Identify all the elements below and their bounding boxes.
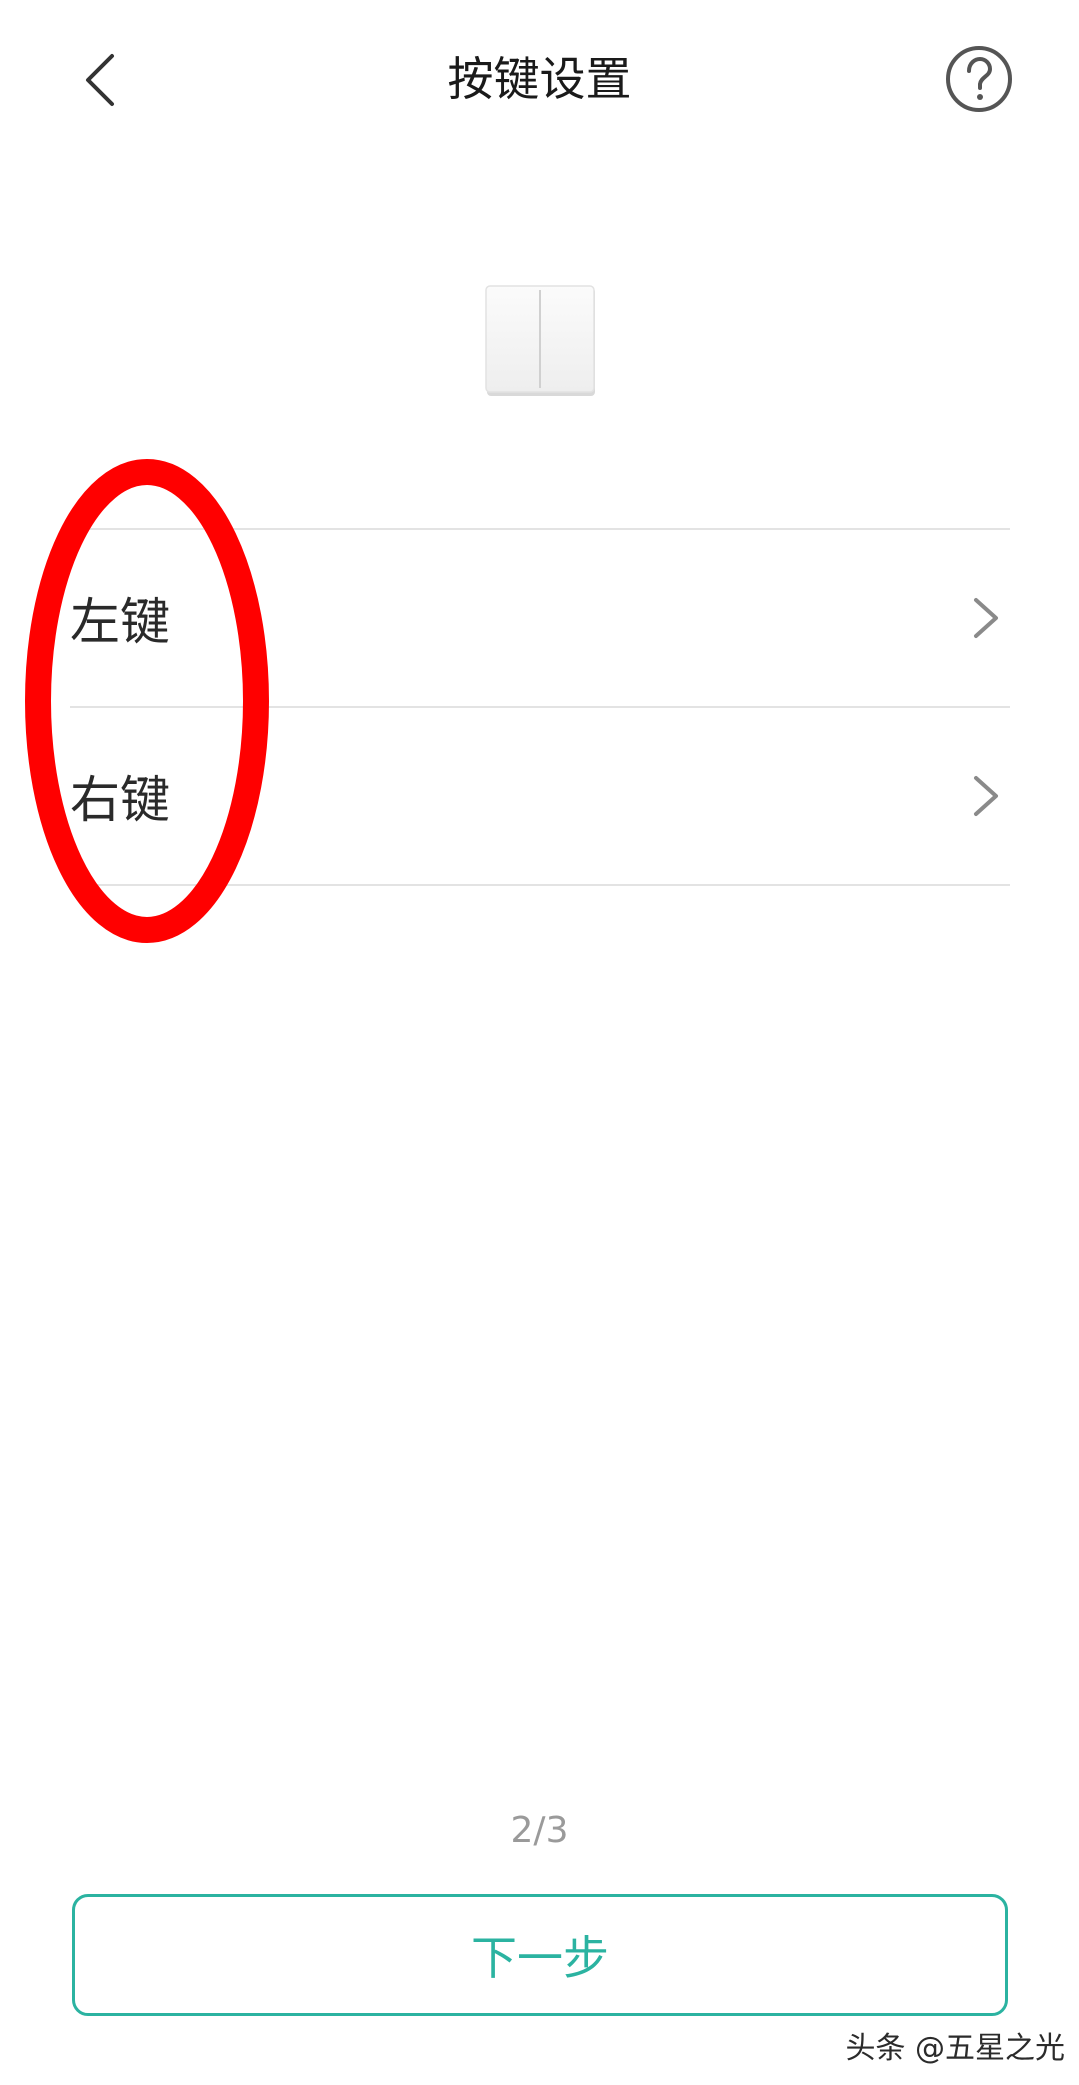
top-bar: 按键设置	[0, 0, 1079, 160]
left-key-item[interactable]: 左键	[70, 530, 1010, 706]
right-key-label: 右键	[70, 771, 170, 829]
right-key-item[interactable]: 右键	[70, 708, 1010, 884]
question-circle-icon	[946, 46, 1012, 112]
divider	[70, 884, 1010, 886]
left-key-label: 左键	[70, 593, 170, 651]
key-list: 左键 右键	[70, 528, 1010, 886]
page-indicator: 2/3	[510, 1810, 569, 1851]
watermark-text: 头条 @五星之光	[845, 2031, 1065, 2066]
help-button[interactable]	[944, 44, 1014, 114]
switch-device-image	[484, 284, 598, 400]
chevron-right-icon	[974, 776, 998, 816]
chevron-right-icon	[974, 598, 998, 638]
page-title: 按键设置	[447, 52, 632, 106]
next-step-button[interactable]: 下一步	[72, 1894, 1008, 2016]
